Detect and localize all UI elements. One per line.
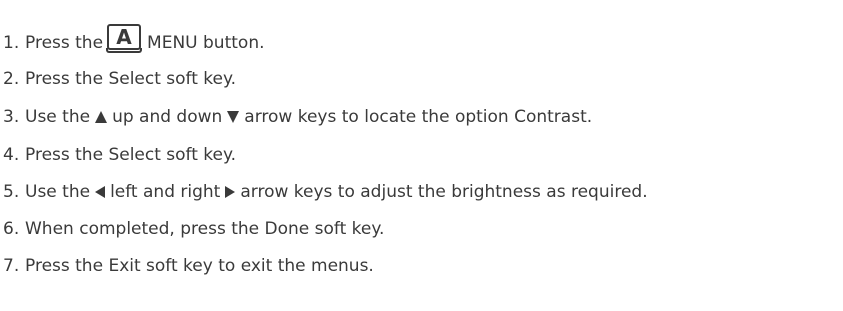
step-3: 3. Use the up and down arrow keys to loc… (3, 102, 592, 132)
step-number: 6. (3, 219, 20, 239)
step-2: 2. Press the Select soft key. (3, 64, 236, 94)
step-text: Press the Select soft key. (25, 145, 237, 165)
arrow-left-icon (94, 185, 106, 199)
step-5: 5. Use the left and right arrow keys to … (3, 177, 648, 207)
step-text: When completed, press the Done soft key. (25, 219, 385, 239)
step-number: 3. (3, 107, 20, 127)
step-number: 5. (3, 182, 20, 202)
arrow-right-icon (224, 185, 236, 199)
step-text-after: arrow keys to adjust the brightness as r… (240, 182, 648, 202)
step-number: 2. (3, 69, 20, 89)
menu-key-icon: A (106, 24, 143, 53)
step-text-middle: up and down (112, 107, 223, 127)
step-text: Press the Select soft key. (25, 69, 237, 89)
menu-key-label: A (116, 25, 132, 49)
arrow-down-icon (226, 110, 240, 124)
step-number: 7. (3, 256, 20, 276)
step-text-middle: left and right (110, 182, 221, 202)
step-text-before: Press the (25, 33, 104, 53)
step-1: 1. Press the A MENU button. (3, 24, 265, 58)
step-text-after: arrow keys to locate the option Contrast… (244, 107, 593, 127)
step-text: Press the Exit soft key to exit the menu… (25, 256, 374, 276)
step-6: 6. When completed, press the Done soft k… (3, 214, 384, 244)
step-text-after: MENU button. (147, 33, 265, 53)
step-7: 7. Press the Exit soft key to exit the m… (3, 251, 374, 281)
step-4: 4. Press the Select soft key. (3, 140, 236, 170)
step-number: 1. (3, 33, 20, 53)
step-text-before: Use the (25, 182, 91, 202)
arrow-up-icon (94, 110, 108, 124)
step-text-before: Use the (25, 107, 91, 127)
step-number: 4. (3, 145, 20, 165)
